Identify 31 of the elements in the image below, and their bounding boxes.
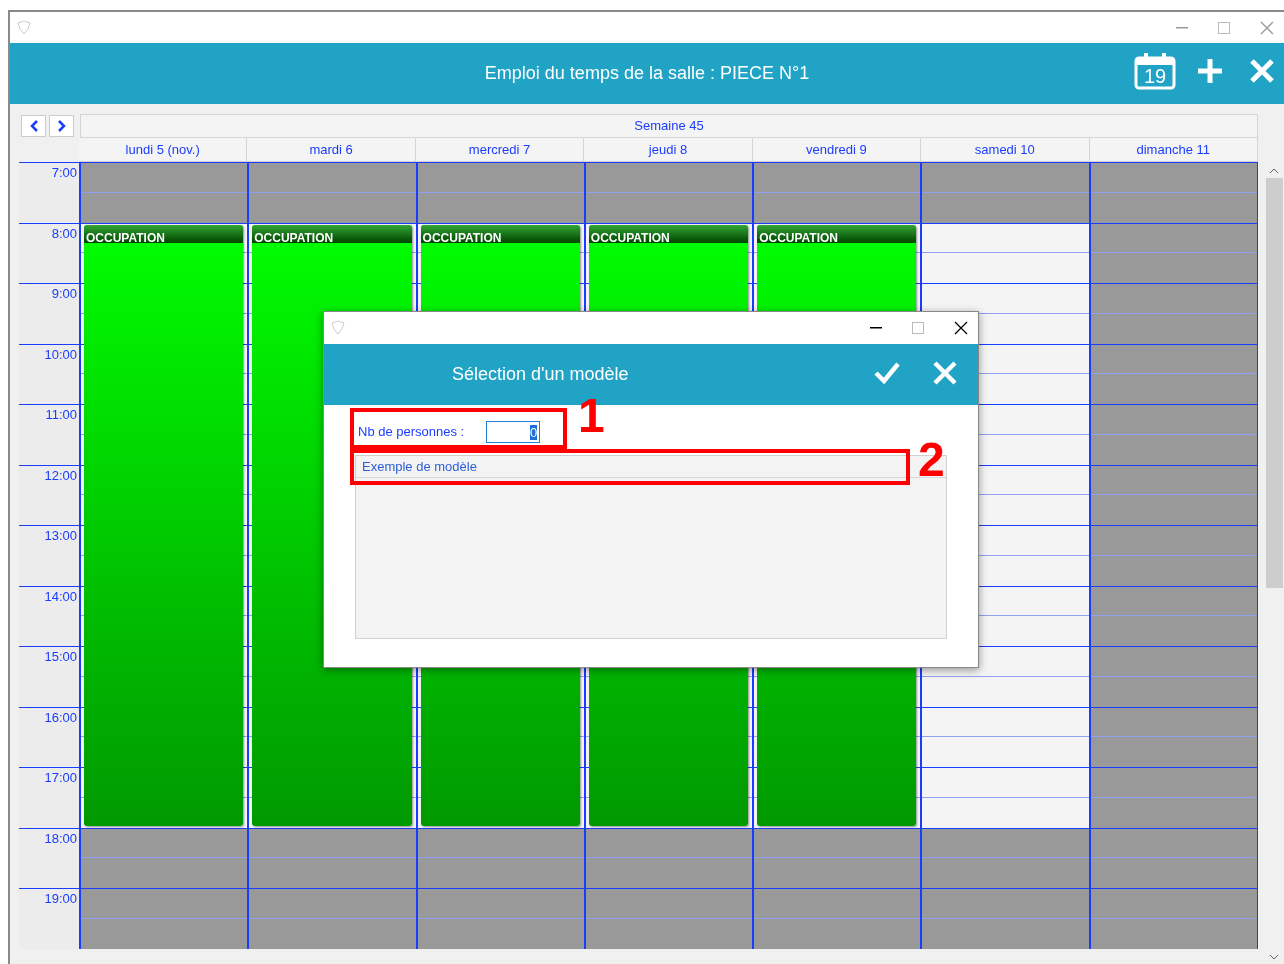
dialog-title: Sélection d'un modèle: [452, 363, 629, 386]
day-header: samedi 10: [921, 138, 1090, 162]
hour-label: 14:00: [44, 587, 77, 606]
hour-label: 11:00: [45, 406, 77, 424]
list-header: Exemple de modèle: [362, 457, 477, 476]
day-header: lundi 5 (nov.): [79, 138, 248, 162]
event-title: OCCUPATION: [422, 230, 502, 245]
event-title: OCCUPATION: [590, 230, 670, 245]
day-header: jeudi 8: [584, 138, 753, 162]
day-header: dimanche 11: [1089, 138, 1258, 162]
event-title: OCCUPATION: [254, 230, 334, 245]
day-header: mercredi 7: [415, 138, 585, 162]
hour-label: 18:00: [44, 829, 77, 848]
window-title: Emploi du temps de la salle : PIECE N°1: [484, 62, 810, 85]
hour-label: 17:00: [44, 769, 77, 787]
hour-label: 13:00: [44, 527, 77, 545]
day-header: vendredi 9: [752, 138, 922, 162]
hour-label: 10:00: [44, 345, 77, 364]
hour-label: 16:00: [44, 708, 77, 727]
hour-label: 15:00: [44, 648, 77, 666]
hour-label: 9:00: [51, 285, 77, 303]
week-header: Semaine 45: [80, 114, 1258, 138]
event-title: OCCUPATION: [759, 230, 838, 245]
hour-label: 12:00: [44, 466, 77, 485]
hour-label: 8:00: [51, 224, 77, 243]
hour-label: 7:00: [51, 164, 77, 182]
day-header: mardi 6: [247, 138, 416, 162]
field-label: Nb de personnes :: [358, 423, 465, 442]
annotation-number: 1: [578, 392, 605, 440]
event-title: OCCUPATION: [86, 230, 165, 245]
hour-label: 19:00: [44, 890, 77, 908]
